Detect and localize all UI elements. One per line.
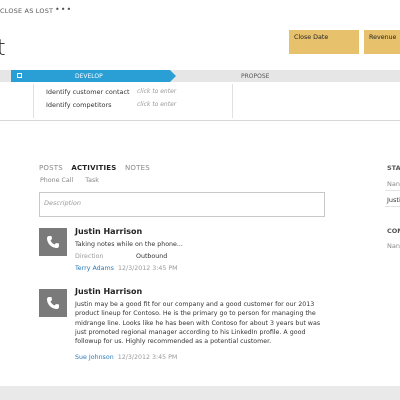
- panel-divider: [33, 84, 34, 118]
- right-section-title: COM: [387, 227, 400, 235]
- right-name-value[interactable]: Justi: [387, 196, 400, 204]
- tab-posts[interactable]: POSTS: [39, 164, 63, 172]
- direction-value: Outbound: [136, 253, 168, 260]
- right-divider: [385, 190, 400, 191]
- right-name-label: Nan: [387, 180, 400, 188]
- activity-text-line: Justin may be a good fit for our company…: [75, 301, 315, 308]
- stage-flag-icon[interactable]: [17, 73, 22, 78]
- stage-develop-label: DEVELOP: [75, 73, 103, 80]
- bottom-bar: [0, 386, 400, 400]
- more-commands-button[interactable]: •••: [55, 5, 72, 14]
- activity-user-link[interactable]: Sue Johnson: [75, 354, 114, 361]
- activity-author[interactable]: Justin Harrison: [75, 287, 142, 296]
- activity-author[interactable]: Justin Harrison: [75, 227, 142, 236]
- right-divider: [385, 206, 400, 207]
- step-value-input[interactable]: click to enter: [137, 101, 176, 108]
- right-section-title: STA: [387, 164, 400, 172]
- activity-text-line: just promoted regional manager according…: [75, 328, 306, 336]
- panel-divider: [232, 84, 233, 118]
- step-label: Identify customer contact: [46, 88, 130, 96]
- activity-text: Taking notes while on the phone...: [75, 241, 183, 248]
- step-label: Identify competitors: [46, 101, 112, 109]
- activity-footer: Terry Adams 12/3/2012 3:45 PM: [75, 265, 178, 272]
- activity-datetime: 12/3/2012 3:45 PM: [117, 265, 178, 272]
- activity-text-line: followup for us. Highly recommended as a…: [75, 338, 272, 346]
- stage-develop-arrow: [170, 70, 176, 82]
- command-bar: CLOSE AS LOST •••: [0, 0, 400, 20]
- kpi-revenue-label: Revenue: [369, 34, 397, 41]
- tab-activities[interactable]: ACTIVITIES: [71, 164, 116, 172]
- kpi-revenue[interactable]: Revenue: [364, 30, 400, 54]
- right-name-label: Nan: [387, 242, 400, 250]
- step-value-input[interactable]: click to enter: [137, 88, 176, 95]
- activity-text-line: midrange line. Looks like he has been wi…: [75, 319, 321, 327]
- description-placeholder: Description: [44, 199, 82, 207]
- description-input[interactable]: Description: [39, 192, 325, 217]
- kpi-close-date[interactable]: Close Date: [289, 30, 359, 54]
- activity-user-link[interactable]: Terry Adams: [75, 265, 114, 272]
- record-title: t: [0, 36, 6, 61]
- activity-subtabs: Phone Call Task: [40, 177, 109, 184]
- stage-propose-label[interactable]: PROPOSE: [241, 73, 269, 80]
- phone-icon: [39, 289, 67, 317]
- phone-icon: [39, 228, 67, 256]
- tab-notes[interactable]: NOTES: [125, 164, 150, 172]
- direction-label: Direction: [75, 253, 104, 260]
- subtab-phone-call[interactable]: Phone Call: [40, 177, 73, 184]
- activity-tabs: POSTS ACTIVITIES NOTES: [39, 164, 156, 172]
- kpi-close-date-label: Close Date: [294, 34, 329, 41]
- activity-datetime: 12/3/2012 3:45 PM: [117, 354, 178, 361]
- activity-text-line: product lineup for Contoso. He is the pr…: [75, 310, 316, 318]
- activity-text: Justin may be a good fit for our company…: [75, 300, 335, 346]
- close-as-lost-button[interactable]: CLOSE AS LOST: [0, 7, 53, 15]
- activity-footer: Sue Johnson 12/3/2012 3:45 PM: [75, 354, 177, 361]
- subtab-task[interactable]: Task: [85, 177, 99, 184]
